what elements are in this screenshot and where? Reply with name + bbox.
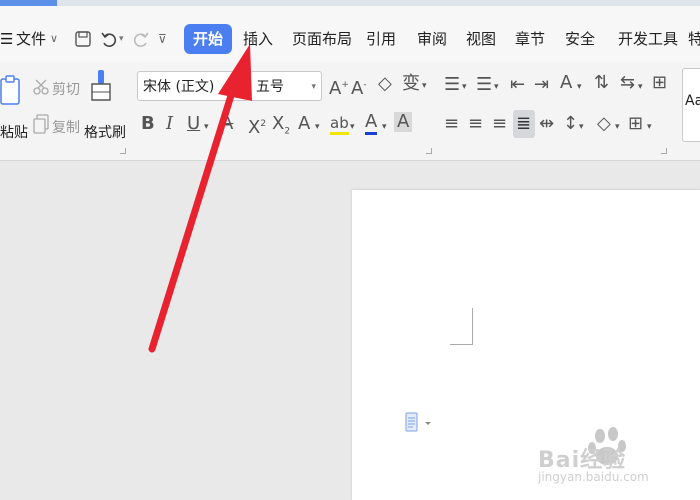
baidu-jingyan-watermark: Bai经验 jingyan.baidu.com (538, 422, 688, 492)
watermark-url: jingyan.baidu.com (538, 470, 649, 484)
